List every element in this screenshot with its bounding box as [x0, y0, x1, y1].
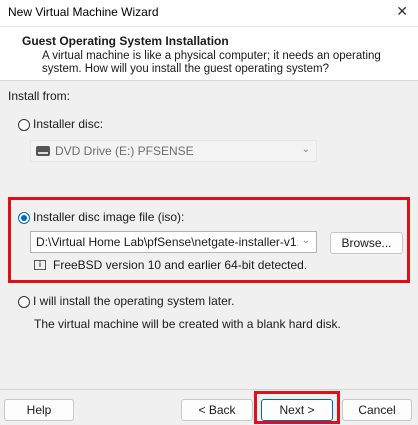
dvd-drive-select: DVD Drive (E:) PFSENSE ⌄ — [30, 140, 317, 162]
back-button[interactable]: < Back — [181, 399, 253, 421]
close-icon[interactable]: ✕ — [396, 3, 408, 20]
title-bar: New Virtual Machine Wizard ✕ — [0, 0, 418, 27]
install-later-note: The virtual machine will be created with… — [34, 317, 341, 331]
cancel-button[interactable]: Cancel — [342, 399, 412, 421]
help-button[interactable]: Help — [4, 399, 74, 421]
iso-image-radio[interactable] — [18, 212, 30, 224]
dvd-drive-value: DVD Drive (E:) PFSENSE — [55, 144, 194, 158]
page-description: A virtual machine is like a physical com… — [42, 50, 381, 75]
dvd-drive-icon — [36, 146, 50, 156]
installer-disc-radio[interactable] — [18, 119, 30, 131]
wizard-header: Guest Operating System Installation A vi… — [0, 27, 418, 81]
chevron-down-icon[interactable]: ⌄ — [302, 235, 310, 246]
install-later-radio[interactable] — [18, 296, 30, 308]
iso-path-combobox[interactable]: D:\Virtual Home Lab\pfSense\netgate-inst… — [30, 231, 317, 253]
info-icon: i — [34, 260, 46, 270]
window-title: New Virtual Machine Wizard — [8, 5, 159, 19]
install-from-label: Install from: — [8, 89, 71, 103]
browse-button[interactable]: Browse... — [330, 232, 403, 254]
iso-path-value[interactable]: D:\Virtual Home Lab\pfSense\netgate-inst… — [36, 235, 298, 249]
install-later-label[interactable]: I will install the operating system late… — [33, 294, 234, 308]
footer-separator — [0, 389, 418, 390]
iso-image-label[interactable]: Installer disc image file (iso): — [33, 210, 184, 224]
installer-disc-label[interactable]: Installer disc: — [33, 117, 103, 131]
page-title: Guest Operating System Installation — [22, 34, 229, 48]
next-button[interactable]: Next > — [261, 399, 333, 421]
chevron-down-icon: ⌄ — [301, 144, 310, 155]
detection-message: FreeBSD version 10 and earlier 64-bit de… — [53, 258, 308, 272]
